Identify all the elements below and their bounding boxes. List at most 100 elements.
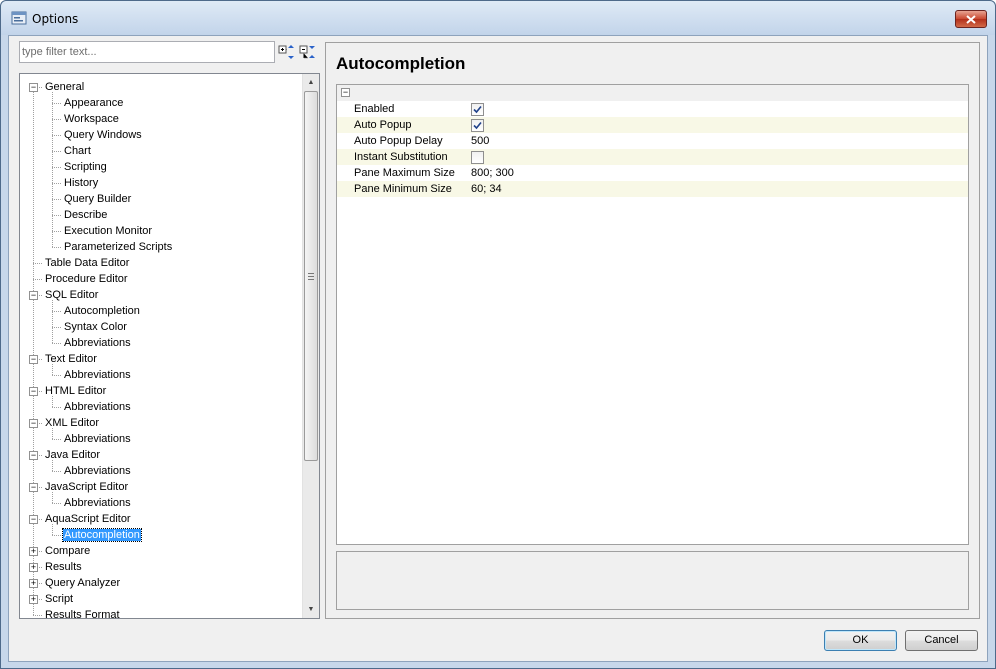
collapse-node-icon[interactable]: − bbox=[29, 451, 38, 460]
tree-item[interactable]: Appearance bbox=[63, 95, 124, 111]
options-tree[interactable]: − General Appearance Workspace Query Windows… bbox=[19, 73, 320, 619]
collapse-all-icon[interactable] bbox=[299, 43, 317, 61]
tree-item[interactable]: Procedure Editor bbox=[44, 271, 129, 287]
tree-vertical-scrollbar[interactable]: ▲ ▼ bbox=[302, 74, 319, 618]
tree-item[interactable]: JavaScript Editor bbox=[44, 479, 129, 495]
scroll-down-arrow-icon[interactable]: ▼ bbox=[303, 601, 319, 618]
tree-item-label: Abbreviations bbox=[64, 401, 131, 413]
collapse-node-icon[interactable]: − bbox=[29, 83, 38, 92]
property-row[interactable]: Pane Minimum Size 60; 34 bbox=[337, 181, 968, 197]
tree-item-label: Abbreviations bbox=[64, 433, 131, 445]
tree-item-label: JavaScript Editor bbox=[45, 481, 129, 493]
tree-item[interactable]: Scripting bbox=[63, 159, 108, 175]
ok-button[interactable]: OK bbox=[824, 630, 897, 651]
property-value[interactable]: 60; 34 bbox=[471, 181, 502, 197]
tree-item-label: Abbreviations bbox=[64, 337, 131, 349]
filter-input[interactable] bbox=[19, 41, 275, 63]
tree-guide-line bbox=[52, 503, 61, 504]
tree-guide-line bbox=[52, 199, 61, 200]
tree-item[interactable]: Describe bbox=[63, 207, 108, 223]
property-category-row[interactable]: − bbox=[337, 85, 968, 101]
property-row[interactable]: Instant Substitution bbox=[337, 149, 968, 165]
tree-item[interactable]: Abbreviations bbox=[63, 367, 132, 383]
tree-guide-line bbox=[52, 215, 61, 216]
scroll-thumb[interactable] bbox=[304, 91, 318, 461]
tree-item[interactable]: Abbreviations bbox=[63, 399, 132, 415]
property-row[interactable]: Auto Popup bbox=[337, 117, 968, 133]
property-row[interactable]: Enabled bbox=[337, 101, 968, 117]
property-name: Instant Substitution bbox=[354, 151, 448, 163]
property-name: Auto Popup Delay bbox=[354, 135, 443, 147]
expand-node-icon[interactable]: + bbox=[29, 595, 38, 604]
tree-item[interactable]: Query Analyzer bbox=[44, 575, 121, 591]
page-title: Autocompletion bbox=[336, 54, 466, 73]
tree-item[interactable]: SQL Editor bbox=[44, 287, 99, 303]
tree-item[interactable]: History bbox=[63, 175, 99, 191]
tree-item[interactable]: Compare bbox=[44, 543, 91, 559]
tree-item[interactable]: Script bbox=[44, 591, 74, 607]
tree-item[interactable]: Results bbox=[44, 559, 83, 575]
tree-item[interactable]: Results Format bbox=[44, 607, 121, 618]
tree-item[interactable]: Table Data Editor bbox=[44, 255, 130, 271]
tree-item[interactable]: Autocompletion bbox=[63, 303, 141, 319]
tree-item-label: Parameterized Scripts bbox=[64, 241, 173, 253]
tree-item[interactable]: HTML Editor bbox=[44, 383, 107, 399]
expand-node-icon[interactable]: + bbox=[29, 579, 38, 588]
property-value[interactable]: 500 bbox=[471, 133, 489, 149]
title-bar[interactable]: Options bbox=[1, 1, 995, 35]
scroll-up-arrow-icon[interactable]: ▲ bbox=[303, 74, 319, 91]
property-checkbox[interactable] bbox=[471, 119, 484, 132]
cancel-button[interactable]: Cancel bbox=[905, 630, 978, 651]
tree-item[interactable]: AquaScript Editor bbox=[44, 511, 132, 527]
tree-item[interactable]: Text Editor bbox=[44, 351, 98, 367]
tree-guide-line bbox=[52, 407, 61, 408]
tree-item[interactable]: General bbox=[44, 79, 85, 95]
property-checkbox[interactable] bbox=[471, 103, 484, 116]
tree-item[interactable]: Autocompletion bbox=[62, 527, 142, 543]
tree-item[interactable]: Execution Monitor bbox=[63, 223, 153, 239]
tree-item-label: Script bbox=[45, 593, 74, 605]
tree-item[interactable]: XML Editor bbox=[44, 415, 100, 431]
collapse-node-icon[interactable]: − bbox=[29, 515, 38, 524]
tree-item[interactable]: Parameterized Scripts bbox=[63, 239, 173, 255]
collapse-node-icon[interactable]: − bbox=[29, 355, 38, 364]
settings-page: Autocompletion − Enabled Auto Popup Auto P… bbox=[325, 42, 980, 619]
expand-all-icon[interactable] bbox=[278, 43, 296, 61]
tree-item-label: Describe bbox=[64, 209, 108, 221]
tree-item[interactable]: Abbreviations bbox=[63, 431, 132, 447]
property-value[interactable]: 800; 300 bbox=[471, 165, 514, 181]
collapse-node-icon[interactable]: − bbox=[29, 387, 38, 396]
tree-item[interactable]: Query Builder bbox=[63, 191, 132, 207]
tree-guide-line bbox=[52, 471, 61, 472]
collapse-category-icon[interactable]: − bbox=[341, 88, 350, 97]
collapse-node-icon[interactable]: − bbox=[29, 483, 38, 492]
collapse-node-icon[interactable]: − bbox=[29, 419, 38, 428]
expand-node-icon[interactable]: + bbox=[29, 547, 38, 556]
tree-item[interactable]: Abbreviations bbox=[63, 335, 132, 351]
grip-icon bbox=[308, 272, 314, 280]
property-row[interactable]: Auto Popup Delay 500 bbox=[337, 133, 968, 149]
tree-guide-line bbox=[52, 151, 61, 152]
tree-item[interactable]: Abbreviations bbox=[63, 463, 132, 479]
tree-guide-line bbox=[52, 231, 61, 232]
tree-item[interactable]: Chart bbox=[63, 143, 92, 159]
tree-item-label: Text Editor bbox=[45, 353, 97, 365]
close-button[interactable] bbox=[955, 10, 987, 28]
tree-guide-line bbox=[52, 119, 61, 120]
tree-item[interactable]: Abbreviations bbox=[63, 495, 132, 511]
tree-guide-line bbox=[52, 247, 61, 248]
tree-guide-line bbox=[33, 87, 34, 615]
expand-node-icon[interactable]: + bbox=[29, 563, 38, 572]
tree-item-label: Autocompletion bbox=[62, 528, 142, 542]
property-checkbox[interactable] bbox=[471, 151, 484, 164]
property-grid[interactable]: − Enabled Auto Popup Auto Popup Delay 500 In… bbox=[336, 84, 969, 545]
tree-guide-line bbox=[52, 343, 61, 344]
tree-item[interactable]: Workspace bbox=[63, 111, 120, 127]
tree-item[interactable]: Java Editor bbox=[44, 447, 101, 463]
tree-item-label: Execution Monitor bbox=[64, 225, 153, 237]
collapse-node-icon[interactable]: − bbox=[29, 291, 38, 300]
property-row[interactable]: Pane Maximum Size 800; 300 bbox=[337, 165, 968, 181]
tree-item[interactable]: Query Windows bbox=[63, 127, 143, 143]
property-name: Enabled bbox=[354, 103, 395, 115]
tree-item[interactable]: Syntax Color bbox=[63, 319, 128, 335]
